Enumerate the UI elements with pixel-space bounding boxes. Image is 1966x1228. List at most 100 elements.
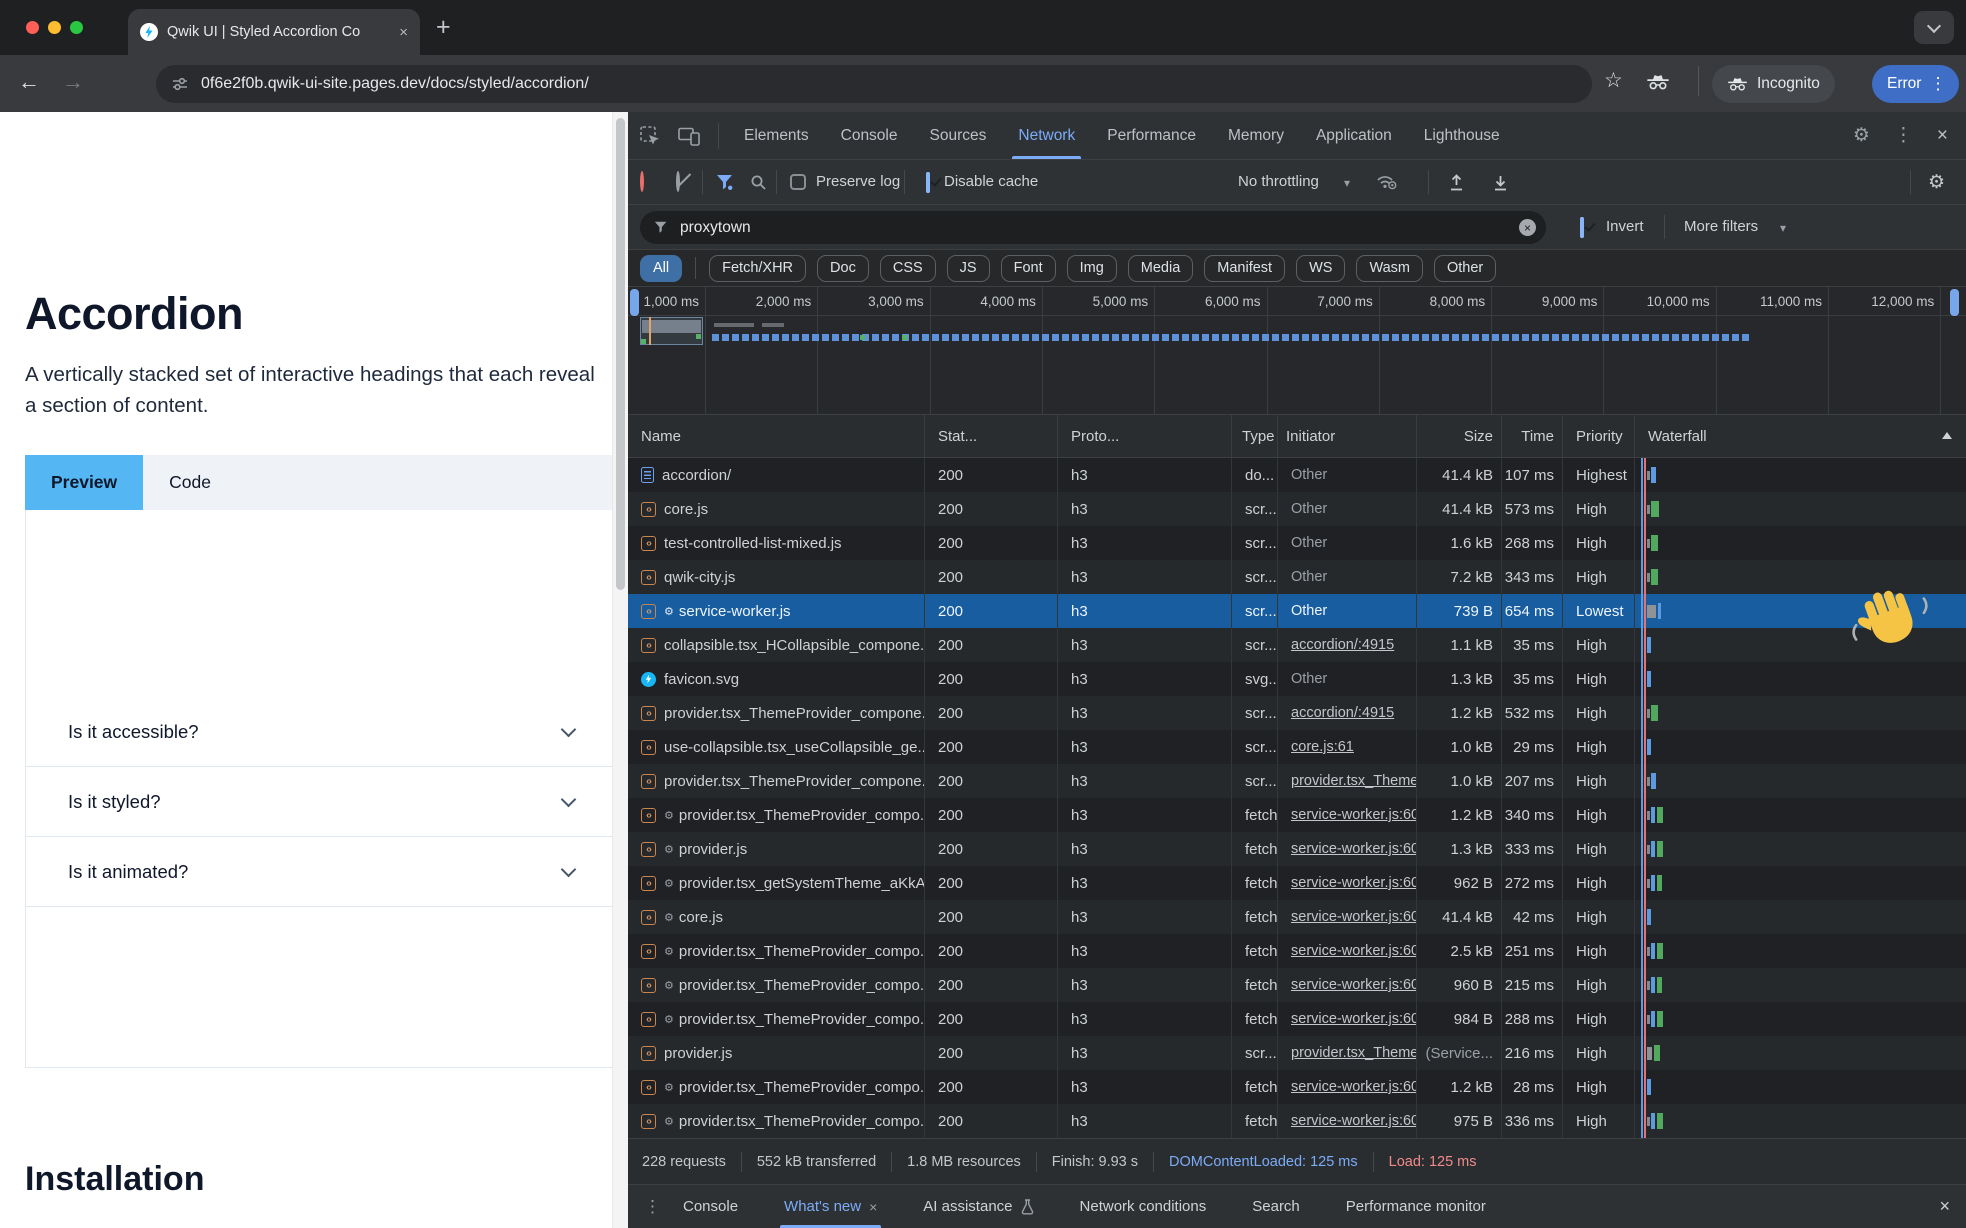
request-initiator-link[interactable]: provider.tsx_ThemeP (1291, 1045, 1417, 1061)
inspect-element-icon[interactable] (640, 126, 662, 147)
filter-chip-img[interactable]: Img (1067, 255, 1117, 282)
search-icon[interactable] (750, 174, 767, 191)
record-network-log-button[interactable] (640, 171, 644, 192)
devtools-tab-application[interactable]: Application (1300, 112, 1408, 159)
import-har-icon[interactable] (1448, 172, 1465, 192)
request-initiator-link[interactable]: service-worker.js:60 (1291, 1113, 1417, 1129)
drawer-tab-performance-monitor[interactable]: Performance monitor (1346, 1185, 1486, 1228)
forward-button[interactable]: → (62, 69, 84, 95)
devtools-tab-memory[interactable]: Memory (1212, 112, 1300, 159)
request-initiator-link[interactable]: service-worker.js:60 (1291, 943, 1417, 959)
network-request-row[interactable]: ‹›⚙provider.tsx_ThemeProvider_compo...20… (628, 1104, 1966, 1138)
drawer-tab-whats-new[interactable]: What's new × (784, 1185, 877, 1228)
network-request-row[interactable]: ‹›⚙provider.tsx_getSystemTheme_aKkA...20… (628, 866, 1966, 900)
column-header-time[interactable]: Time (1502, 415, 1563, 457)
filter-chip-all[interactable]: All (640, 255, 682, 282)
devtools-settings-gear-icon[interactable]: ⚙ (1853, 124, 1870, 147)
filter-chip-css[interactable]: CSS (880, 255, 936, 282)
column-header-name[interactable]: Name (628, 415, 925, 457)
tab-preview[interactable]: Preview (25, 455, 143, 510)
network-request-row[interactable]: ‹›core.js200h3scr...Other41.4 kB573 msHi… (628, 492, 1966, 526)
network-request-row[interactable]: ‹›collapsible.tsx_HCollapsible_compone..… (628, 628, 1966, 662)
network-request-row[interactable]: ‹›qwik-city.js200h3scr...Other7.2 kB343 … (628, 560, 1966, 594)
filter-chip-ws[interactable]: WS (1296, 255, 1345, 282)
devtools-tab-lighthouse[interactable]: Lighthouse (1408, 112, 1516, 159)
filter-text-input[interactable] (678, 218, 1509, 238)
timeline-right-handle[interactable] (1950, 289, 1959, 316)
network-request-row[interactable]: ‹›⚙provider.tsx_ThemeProvider_compo...20… (628, 934, 1966, 968)
bookmark-star-icon[interactable]: ☆ (1604, 68, 1623, 93)
column-header-status[interactable]: Stat... (925, 415, 1058, 457)
accordion-item[interactable]: Is it animated? (26, 837, 616, 907)
filter-chip-js[interactable]: JS (947, 255, 990, 282)
column-header-initiator[interactable]: Initiator (1278, 415, 1417, 457)
request-initiator-link[interactable]: accordion/:4915 (1291, 637, 1394, 653)
devtools-tab-network[interactable]: Network (1002, 112, 1091, 159)
incognito-indicator-icon[interactable] (1646, 74, 1670, 91)
request-initiator-link[interactable]: service-worker.js:60 (1291, 909, 1417, 925)
device-toolbar-icon[interactable] (678, 127, 701, 146)
network-request-row[interactable]: ‹›provider.tsx_ThemeProvider_compone...2… (628, 764, 1966, 798)
drawer-tab-ai-assistance[interactable]: AI assistance (923, 1185, 1033, 1228)
tab-code[interactable]: Code (143, 455, 237, 510)
filter-icon[interactable] (716, 174, 734, 191)
network-request-row[interactable]: favicon.svg200h3svg...Other1.3 kB35 msHi… (628, 662, 1966, 696)
site-settings-icon[interactable] (172, 77, 188, 91)
filter-chip-manifest[interactable]: Manifest (1204, 255, 1285, 282)
network-overview-timeline[interactable]: 1,000 ms2,000 ms3,000 ms4,000 ms5,000 ms… (628, 287, 1966, 415)
network-request-row[interactable]: ‹›⚙provider.tsx_ThemeProvider_compo...20… (628, 1070, 1966, 1104)
window-minimize-button[interactable] (48, 21, 61, 34)
invert-checkbox[interactable] (1580, 217, 1584, 238)
drawer-tab-search[interactable]: Search (1252, 1185, 1300, 1228)
column-header-waterfall[interactable]: Waterfall (1635, 415, 1966, 457)
clear-network-log-icon[interactable] (676, 171, 680, 192)
export-har-icon[interactable] (1492, 172, 1509, 192)
scrollbar-thumb[interactable] (616, 118, 625, 590)
network-request-row[interactable]: ‹›⚙provider.tsx_ThemeProvider_compo...20… (628, 798, 1966, 832)
devtools-tab-elements[interactable]: Elements (728, 112, 825, 159)
page-scrollbar[interactable] (612, 112, 628, 1228)
browser-tab[interactable]: Qwik UI | Styled Accordion Co × (128, 9, 420, 55)
network-request-row[interactable]: ‹›⚙core.js200h3fetchservice-worker.js:60… (628, 900, 1966, 934)
network-request-row[interactable]: ‹›⚙service-worker.js200h3scr...Other739 … (628, 594, 1966, 628)
network-request-row[interactable]: ‹›test-controlled-list-mixed.js200h3scr.… (628, 526, 1966, 560)
drawer-menu-kebab-icon[interactable]: ⋮ (644, 1197, 661, 1217)
network-request-row[interactable]: accordion/200h3do...Other41.4 kB107 msHi… (628, 458, 1966, 492)
network-request-row[interactable]: ‹›⚙provider.tsx_ThemeProvider_compo...20… (628, 1002, 1966, 1036)
request-initiator-link[interactable]: accordion/:4915 (1291, 705, 1394, 721)
network-request-row[interactable]: ‹›⚙provider.js200h3fetchservice-worker.j… (628, 832, 1966, 866)
window-maximize-button[interactable] (70, 21, 83, 34)
more-filters-button[interactable]: More filters (1684, 218, 1758, 235)
browser-menu-error-button[interactable]: Error ⋮ (1872, 65, 1959, 103)
request-initiator-link[interactable]: service-worker.js:60 (1291, 841, 1417, 857)
back-button[interactable]: ← (18, 69, 40, 95)
filter-chip-doc[interactable]: Doc (817, 255, 869, 282)
network-request-row[interactable]: ‹›use-collapsible.tsx_useCollapsible_ge.… (628, 730, 1966, 764)
close-drawer-tab-icon[interactable]: × (869, 1199, 877, 1215)
throttling-select[interactable]: No throttling (1238, 173, 1319, 190)
disable-cache-checkbox[interactable] (926, 172, 930, 193)
devtools-tab-sources[interactable]: Sources (914, 112, 1003, 159)
throttling-dropdown-icon[interactable]: ▾ (1344, 176, 1350, 190)
request-initiator-link[interactable]: service-worker.js:60 (1291, 875, 1417, 891)
request-initiator-link[interactable]: service-worker.js:60 (1291, 1011, 1417, 1027)
accordion-item[interactable]: Is it accessible? (26, 697, 616, 767)
network-request-row[interactable]: ‹›provider.js200h3scr...provider.tsx_The… (628, 1036, 1966, 1070)
tab-close-icon[interactable]: × (399, 24, 408, 41)
request-initiator-link[interactable]: core.js:61 (1291, 739, 1354, 755)
timeline-left-handle[interactable] (630, 289, 639, 316)
drawer-tab-network-conditions[interactable]: Network conditions (1080, 1185, 1207, 1228)
filter-chip-media[interactable]: Media (1128, 255, 1194, 282)
filter-chip-font[interactable]: Font (1001, 255, 1056, 282)
network-settings-gear-icon[interactable]: ⚙ (1928, 171, 1945, 194)
new-tab-button[interactable]: + (436, 13, 451, 42)
column-header-protocol[interactable]: Proto... (1058, 415, 1232, 457)
column-header-priority[interactable]: Priority (1563, 415, 1635, 457)
filter-chip-fetchxhr[interactable]: Fetch/XHR (709, 255, 806, 282)
preserve-log-checkbox[interactable] (790, 174, 806, 190)
filter-chip-other[interactable]: Other (1434, 255, 1496, 282)
request-initiator-link[interactable]: service-worker.js:60 (1291, 1079, 1417, 1095)
network-conditions-icon[interactable] (1376, 173, 1397, 190)
devtools-menu-kebab-icon[interactable]: ⋮ (1894, 124, 1913, 147)
window-close-button[interactable] (26, 21, 39, 34)
